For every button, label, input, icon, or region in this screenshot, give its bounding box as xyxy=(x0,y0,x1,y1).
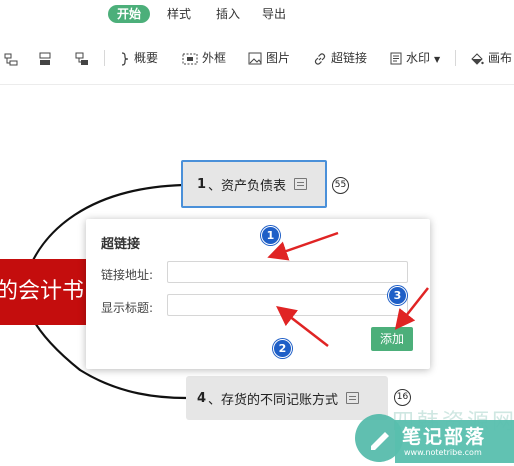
step-badge-1: 1 xyxy=(261,226,280,245)
step-badge-3: 3 xyxy=(388,286,407,305)
annotation-arrows xyxy=(267,231,429,347)
arrow-to-address-input xyxy=(267,231,339,261)
watermark-url: www.notetribe.com xyxy=(404,448,482,457)
watermark-text: 笔记部落 xyxy=(402,426,487,448)
step-badge-2: 2 xyxy=(273,339,292,358)
